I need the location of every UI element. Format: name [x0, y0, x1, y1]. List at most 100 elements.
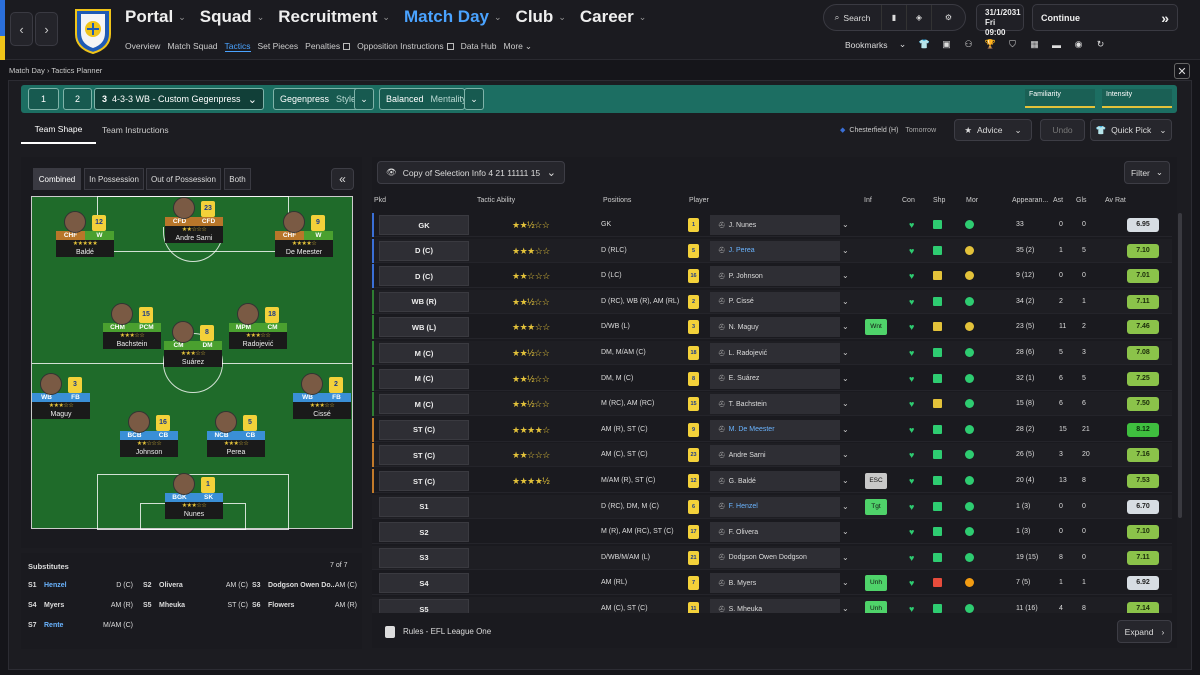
col-shp[interactable]: Shp — [933, 197, 945, 204]
bookmarks-dropdown[interactable]: Bookmarks — [845, 40, 888, 50]
table-row[interactable]: D (C) ★★☆☆☆ D (LC) 16 ⛑ P. Johnson ⌄ ♥ 9 (12) 0 0 7… — [372, 264, 1172, 289]
table-row[interactable]: ST (C) ★★☆☆☆ AM (C), ST (C) 23 ⛑ Andre Sarni ⌄… — [372, 443, 1172, 468]
chevron-down-icon[interactable]: ⌄ — [842, 469, 849, 493]
club-button[interactable]: ◈ — [907, 5, 932, 30]
chevron-down-icon[interactable]: ⌄ — [842, 290, 849, 314]
chevron-down-icon[interactable]: ⌄ — [842, 546, 849, 570]
pitch-player-card[interactable]: 15 CHM PCM ★★★☆☆ Bachstein — [103, 303, 161, 349]
player-select[interactable]: ⛑ B. Myers — [710, 573, 840, 594]
player-select[interactable]: ⛑ N. Maguy — [710, 317, 840, 338]
player-select[interactable]: ⛑ E. Suárez — [710, 368, 840, 389]
table-row[interactable]: ST (C) ★★★★½ M/AM (R), ST (C) 12 ⛑ G. Baldé ⌄ E… — [372, 469, 1172, 493]
col-ast[interactable]: Ast — [1053, 197, 1063, 204]
shirt-icon[interactable]: 👕 — [914, 39, 936, 50]
notes-button[interactable]: ▮ — [882, 5, 907, 30]
player-select[interactable]: ⛑ G. Baldé — [710, 471, 840, 491]
player-select[interactable]: ⛑ M. De Meester — [710, 419, 840, 440]
subnav-penalties[interactable]: Penalties — [305, 40, 351, 52]
close-button[interactable]: ✕ — [1174, 63, 1190, 79]
chevron-down-icon[interactable]: ⌄ — [842, 341, 849, 365]
chevron-down-icon[interactable]: ⌄ — [842, 443, 849, 467]
style-dropdown[interactable]: ⌄ — [354, 88, 374, 110]
col-positions[interactable]: Positions — [603, 197, 631, 204]
pitch-player-card[interactable]: 18 MPM CM ★★★☆☆ Radojević — [229, 303, 287, 349]
search-button[interactable]: ⌕ Search — [824, 5, 882, 30]
player-select[interactable]: ⛑ Dodgson Owen Dodgson — [710, 547, 840, 568]
chevron-down-icon[interactable]: ⌄ — [842, 392, 849, 416]
player-select[interactable]: ⛑ F. Olivera — [710, 522, 840, 543]
refresh-icon[interactable]: ↻ — [1090, 39, 1112, 50]
expand-button[interactable]: Expand › — [1117, 620, 1172, 643]
pitch-player-card[interactable]: 12 CHF W ★★★★★ Baldé — [56, 211, 114, 257]
col-player[interactable]: Player — [689, 197, 709, 204]
filter-button[interactable]: Filter ⌄ — [1124, 161, 1170, 184]
nav-item-squad[interactable]: Squad ⌄ — [200, 6, 265, 28]
subnav-data-hub[interactable]: Data Hub — [461, 40, 497, 52]
player-select[interactable]: ⛑ L. Radojević — [710, 343, 840, 363]
nav-item-portal[interactable]: Portal ⌄ — [125, 6, 186, 28]
table-row[interactable]: S3 D/WB/M/AM (L) 21 ⛑ Dodgson Owen Dodgson ⌄ ♥… — [372, 545, 1172, 570]
chevron-down-icon[interactable]: ⌄ — [842, 315, 849, 339]
tactic-selector[interactable]: 3 4-3-3 WB - Custom Gegenpress ⌄ — [94, 88, 264, 110]
player-select[interactable]: ⛑ J. Nunes — [710, 215, 840, 235]
position-slot[interactable]: S3 — [379, 547, 469, 568]
subnav-overview[interactable]: Overview — [125, 40, 160, 52]
selection-info-dropdown[interactable]: 👁 Copy of Selection Info 4 21 11111 15 ⌄ — [377, 161, 565, 184]
col-inf[interactable]: Inf — [864, 197, 872, 204]
col-tactic-ability[interactable]: Tactic Ability — [477, 197, 515, 204]
back-button[interactable]: ‹ — [10, 12, 33, 46]
pitch-player-card[interactable]: 16 BCB CB ★★☆☆☆ Johnson — [120, 411, 178, 457]
view-tab-both[interactable]: Both — [224, 168, 251, 190]
table-row[interactable]: WB (R) ★★½☆☆ D (RC), WB (R), AM (RL) 2 ⛑ P. C… — [372, 289, 1172, 314]
pitch-player-card[interactable]: 3 WB FB ★★★☆☆ Maguy — [32, 373, 90, 419]
position-slot[interactable]: GK — [379, 215, 469, 235]
pitch-player-card[interactable]: 23 CFD CFD ★★☆☆☆ Andre Sarni — [165, 197, 223, 243]
subnav-tactics[interactable]: Tactics — [224, 40, 251, 52]
intensity-meter[interactable]: Intensity — [1102, 89, 1172, 108]
breadcrumb-root[interactable]: Match Day — [9, 66, 45, 75]
familiarity-meter[interactable]: Familiarity — [1025, 89, 1095, 108]
shield-icon[interactable]: ⛉ — [1002, 39, 1024, 50]
table-row[interactable]: S5 AM (C), ST (C) 11 ⛑ S. Mheuka ⌄ Unh ♥ 11 (16)… — [372, 597, 1172, 613]
position-slot[interactable]: ST (C) — [379, 419, 469, 440]
position-slot[interactable]: D (C) — [379, 266, 469, 287]
collapse-panel-button[interactable]: « — [331, 168, 354, 190]
player-select[interactable]: ⛑ P. Cissé — [710, 291, 840, 312]
undo-button[interactable]: Undo — [1040, 119, 1085, 141]
tactic-slot-1[interactable]: 1 — [28, 88, 59, 110]
chevron-down-icon[interactable]: ⌄ — [892, 39, 914, 50]
tab-team-instructions[interactable]: Team Instructions — [102, 116, 169, 144]
position-slot[interactable]: M (C) — [379, 343, 469, 363]
position-slot[interactable]: WB (R) — [379, 291, 469, 312]
settings-button[interactable]: ⚙ — [932, 5, 965, 30]
pitch-player-card[interactable]: 1 BGK SK ★★★☆☆ Nunes — [165, 473, 223, 519]
col-gls[interactable]: Gls — [1076, 197, 1087, 204]
view-tab-out-of-possession[interactable]: Out of Possession — [146, 168, 221, 190]
player-select[interactable]: ⛑ F. Henzel — [710, 496, 840, 517]
mentality-dropdown[interactable]: ⌄ — [464, 88, 484, 110]
chat-icon[interactable]: ▬ — [1046, 40, 1068, 50]
position-slot[interactable]: S5 — [379, 599, 469, 613]
chevron-down-icon[interactable]: ⌄ — [842, 597, 849, 613]
chevron-down-icon[interactable]: ⌄ — [842, 213, 849, 237]
position-slot[interactable]: S1 — [379, 496, 469, 517]
rules-link[interactable]: Rules - EFL League One — [403, 627, 491, 636]
continue-button[interactable]: Continue » — [1032, 4, 1178, 31]
player-select[interactable]: ⛑ J. Perea — [710, 240, 840, 261]
subnav-match-squad[interactable]: Match Squad — [167, 40, 217, 52]
forward-button[interactable]: › — [35, 12, 58, 46]
table-row[interactable]: M (C) ★★½☆☆ DM, M (C) 8 ⛑ E. Suárez ⌄ ♥ 32 (1) 6 5… — [372, 366, 1172, 391]
nav-item-recruitment[interactable]: Recruitment ⌄ — [278, 6, 390, 28]
tab-team-shape[interactable]: Team Shape — [21, 116, 96, 144]
col-av-rat[interactable]: Av Rat — [1105, 197, 1126, 204]
player-select[interactable]: ⛑ P. Johnson — [710, 266, 840, 287]
chevron-down-icon[interactable]: ⌄ — [842, 239, 849, 263]
table-row[interactable]: GK ★★½☆☆ GK 1 ⛑ J. Nunes ⌄ ♥ 33 0 0 6.95 — [372, 213, 1172, 237]
table-row[interactable]: M (C) ★★½☆☆ M (RC), AM (RC) 15 ⛑ T. Bachstein… — [372, 392, 1172, 417]
position-slot[interactable]: S4 — [379, 573, 469, 594]
player-select[interactable]: ⛑ Andre Sarni — [710, 445, 840, 466]
table-row[interactable]: ST (C) ★★★★☆ AM (R), ST (C) 9 ⛑ M. De Meester… — [372, 417, 1172, 442]
table-row[interactable]: WB (L) ★★★☆☆ D/WB (L) 3 ⛑ N. Maguy ⌄ Wnt ♥ 23 (5)… — [372, 315, 1172, 340]
table-scrollbar[interactable] — [1178, 213, 1182, 518]
subnav-opposition-instructions[interactable]: Opposition Instructions — [357, 40, 454, 52]
